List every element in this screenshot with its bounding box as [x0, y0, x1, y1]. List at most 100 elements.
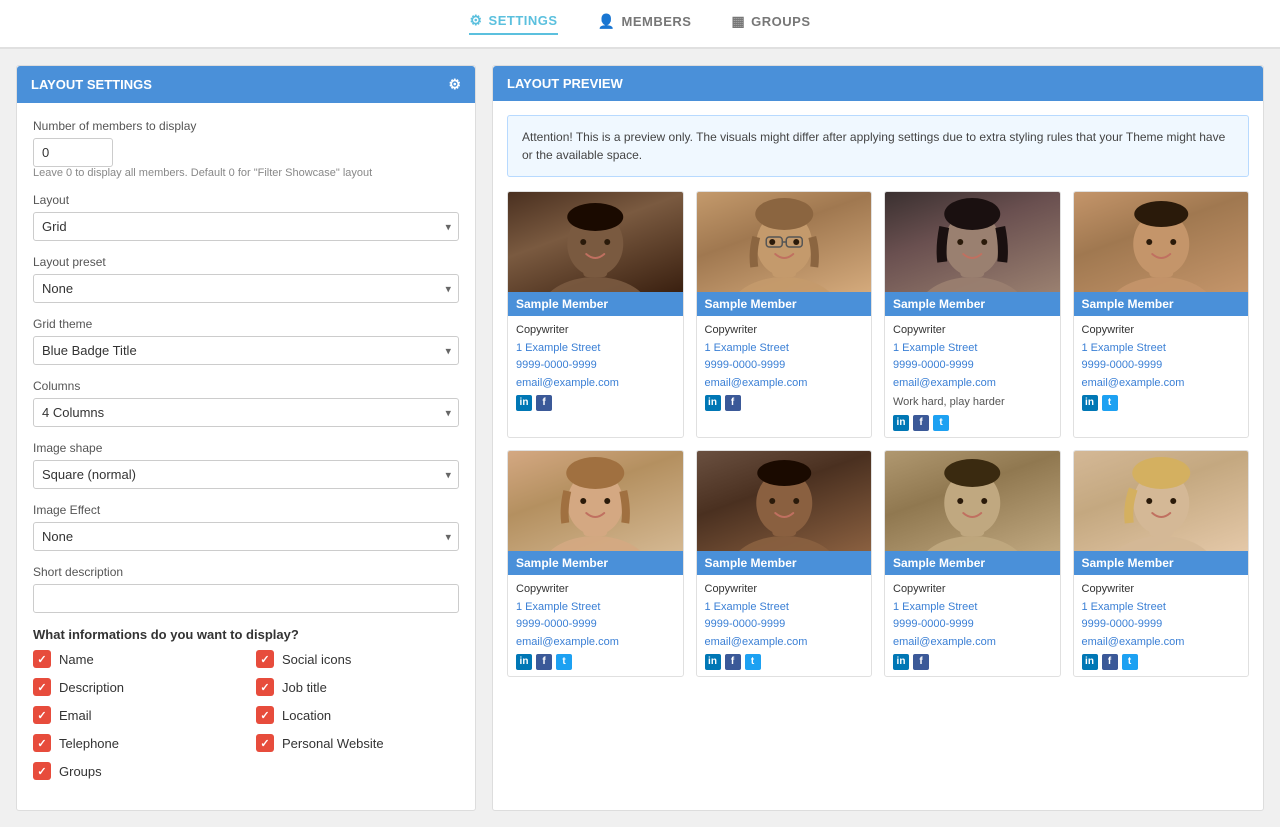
member-quote: Work hard, play harder	[893, 394, 1052, 412]
social-li-icon[interactable]: in	[893, 415, 909, 431]
member-email[interactable]: email@example.com	[516, 634, 675, 652]
num-members-input[interactable]	[33, 138, 113, 167]
image-effect-select[interactable]: None Grayscale Sepia	[33, 522, 459, 551]
member-address[interactable]: 1 Example Street	[705, 599, 864, 617]
social-li-icon[interactable]: in	[705, 654, 721, 670]
checkbox-desc-check: ✓	[37, 681, 46, 694]
member-address[interactable]: 1 Example Street	[516, 340, 675, 358]
member-email[interactable]: email@example.com	[1082, 375, 1241, 393]
social-tw-icon[interactable]: t	[1122, 654, 1138, 670]
columns-select[interactable]: 2 Columns 3 Columns 4 Columns 5 Columns	[33, 398, 459, 427]
social-li-icon[interactable]: in	[516, 654, 532, 670]
member-phone[interactable]: 9999-0000-9999	[516, 357, 675, 375]
social-tw-icon[interactable]: t	[745, 654, 761, 670]
member-email[interactable]: email@example.com	[705, 634, 864, 652]
grid-theme-group: Grid theme Blue Badge Title Dark Badge T…	[33, 317, 459, 365]
member-photo	[697, 451, 872, 551]
social-tw-icon[interactable]: t	[933, 415, 949, 431]
checkbox-desc-box[interactable]: ✓	[33, 678, 51, 696]
social-fb-icon[interactable]: f	[725, 395, 741, 411]
checkbox-tel-box[interactable]: ✓	[33, 734, 51, 752]
checkbox-location-box[interactable]: ✓	[256, 706, 274, 724]
preset-select[interactable]: None Preset 1	[33, 274, 459, 303]
layout-select[interactable]: Grid List Filter Showcase	[33, 212, 459, 241]
member-email[interactable]: email@example.com	[1082, 634, 1241, 652]
social-fb-icon[interactable]: f	[913, 415, 929, 431]
member-address[interactable]: 1 Example Street	[516, 599, 675, 617]
checkbox-name-box[interactable]: ✓	[33, 650, 51, 668]
member-phone[interactable]: 9999-0000-9999	[893, 357, 1052, 375]
layout-settings-title: LAYOUT SETTINGS	[31, 77, 152, 92]
nav-settings[interactable]: ⚙ SETTINGS	[469, 12, 557, 35]
right-panel: LAYOUT PREVIEW Attention! This is a prev…	[492, 65, 1264, 811]
grid-theme-select[interactable]: Blue Badge Title Dark Badge Title	[33, 336, 459, 365]
attention-box: Attention! This is a preview only. The v…	[507, 115, 1249, 177]
member-name: Sample Member	[508, 551, 683, 575]
member-address[interactable]: 1 Example Street	[1082, 599, 1241, 617]
preset-group: Layout preset None Preset 1 ▾	[33, 255, 459, 303]
member-address[interactable]: 1 Example Street	[893, 599, 1052, 617]
member-address[interactable]: 1 Example Street	[1082, 340, 1241, 358]
social-fb-icon[interactable]: f	[913, 654, 929, 670]
member-email[interactable]: email@example.com	[705, 375, 864, 393]
image-shape-select-wrapper: Square (normal) Circle Rounded ▾	[33, 460, 459, 489]
checkbox-tel-item: ✓ Telephone	[33, 734, 236, 752]
num-members-group: Number of members to display Leave 0 to …	[33, 119, 459, 179]
social-fb-icon[interactable]: f	[536, 654, 552, 670]
member-phone[interactable]: 9999-0000-9999	[705, 357, 864, 375]
left-panel: LAYOUT SETTINGS ⚙ Number of members to d…	[16, 65, 476, 811]
member-email[interactable]: email@example.com	[893, 375, 1052, 393]
short-desc-label: Short description	[33, 565, 459, 579]
member-job: Copywriter	[1082, 581, 1241, 599]
member-address[interactable]: 1 Example Street	[705, 340, 864, 358]
image-effect-select-wrapper: None Grayscale Sepia ▾	[33, 522, 459, 551]
social-li-icon[interactable]: in	[705, 395, 721, 411]
display-info-title: What informations do you want to display…	[33, 627, 459, 642]
social-li-icon[interactable]: in	[893, 654, 909, 670]
member-phone[interactable]: 9999-0000-9999	[705, 616, 864, 634]
member-email[interactable]: email@example.com	[893, 634, 1052, 652]
member-phone[interactable]: 9999-0000-9999	[1082, 616, 1241, 634]
checkbox-tel-label: Telephone	[59, 736, 119, 751]
social-tw-icon[interactable]: t	[1102, 395, 1118, 411]
member-phone[interactable]: 9999-0000-9999	[893, 616, 1052, 634]
checkbox-groups-box[interactable]: ✓	[33, 762, 51, 780]
checkbox-job-check: ✓	[260, 681, 269, 694]
social-fb-icon[interactable]: f	[1102, 654, 1118, 670]
social-li-icon[interactable]: in	[1082, 654, 1098, 670]
checkbox-social-box[interactable]: ✓	[256, 650, 274, 668]
right-panel-header: LAYOUT PREVIEW	[493, 66, 1263, 101]
social-fb-icon[interactable]: f	[536, 395, 552, 411]
nav-members[interactable]: 👤 MEMBERS	[598, 13, 692, 34]
social-fb-icon[interactable]: f	[725, 654, 741, 670]
member-socials: inf	[516, 395, 675, 411]
member-socials: inf	[893, 654, 1052, 670]
member-address[interactable]: 1 Example Street	[893, 340, 1052, 358]
member-phone[interactable]: 9999-0000-9999	[516, 616, 675, 634]
short-desc-input[interactable]	[33, 584, 459, 613]
members-icon: 👤	[598, 13, 616, 30]
checkbox-email-box[interactable]: ✓	[33, 706, 51, 724]
member-email[interactable]: email@example.com	[516, 375, 675, 393]
preset-label: Layout preset	[33, 255, 459, 269]
settings-gear-icon[interactable]: ⚙	[448, 76, 461, 93]
checkbox-website-box[interactable]: ✓	[256, 734, 274, 752]
member-job: Copywriter	[705, 322, 864, 340]
checkbox-job-label: Job title	[282, 680, 327, 695]
social-li-icon[interactable]: in	[516, 395, 532, 411]
member-job: Copywriter	[893, 322, 1052, 340]
checkbox-job-box[interactable]: ✓	[256, 678, 274, 696]
social-li-icon[interactable]: in	[1082, 395, 1098, 411]
member-info: Copywriter 1 Example Street 9999-0000-99…	[697, 316, 872, 417]
nav-groups[interactable]: ▦ GROUPS	[731, 13, 810, 34]
member-photo	[697, 192, 872, 292]
member-phone[interactable]: 9999-0000-9999	[1082, 357, 1241, 375]
social-tw-icon[interactable]: t	[556, 654, 572, 670]
member-job: Copywriter	[705, 581, 864, 599]
checkboxes-grid: ✓ Name ✓ Social icons ✓ Description ✓ Jo…	[33, 650, 459, 780]
member-grid: Sample Member Copywriter 1 Example Stree…	[507, 191, 1249, 677]
member-card: Sample Member Copywriter 1 Example Stree…	[884, 191, 1061, 438]
checkbox-job-item: ✓ Job title	[256, 678, 459, 696]
member-name: Sample Member	[885, 551, 1060, 575]
image-shape-select[interactable]: Square (normal) Circle Rounded	[33, 460, 459, 489]
